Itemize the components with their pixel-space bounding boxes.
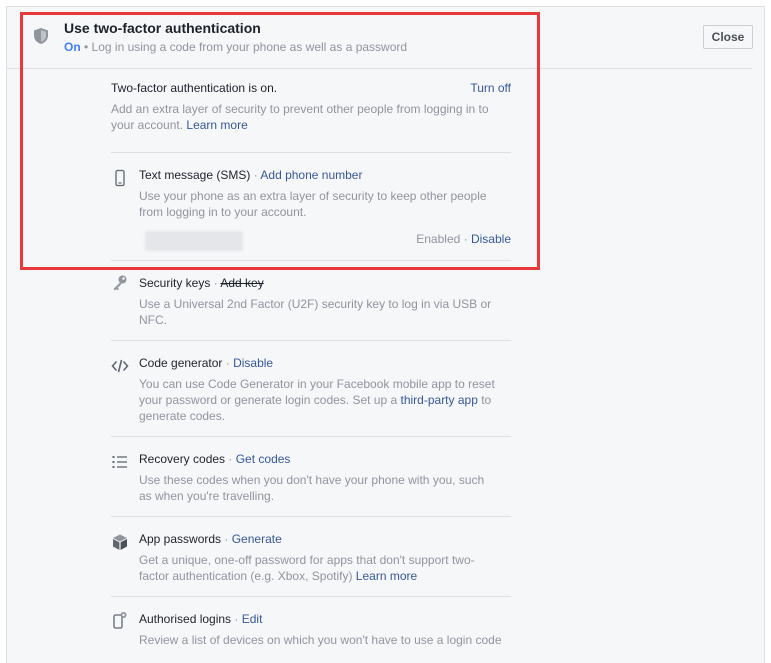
get-codes-link[interactable]: Get codes [236, 452, 291, 466]
code-icon [111, 359, 129, 373]
recovery-codes-title-text: Recovery codes [139, 452, 226, 466]
separator-dot: · [225, 452, 236, 466]
two-factor-panel: Use two-factor authentication On • Log i… [6, 6, 765, 663]
section-subtitle: On • Log in using a code from your phone… [64, 40, 407, 54]
code-generator-title: Code generator · Disable [139, 356, 273, 370]
cube-icon [113, 534, 127, 550]
subtitle-text: • Log in using a code from your phone as… [80, 40, 408, 54]
method-app-passwords: App passwords · Generate Get a unique, o… [111, 516, 511, 596]
recovery-codes-title: Recovery codes · Get codes [139, 452, 290, 466]
security-keys-title-text: Security keys [139, 276, 211, 290]
code-generator-title-text: Code generator [139, 356, 223, 370]
recovery-codes-description: Use these codes when you don't have your… [139, 473, 485, 503]
sms-title-text: Text message (SMS) [139, 168, 251, 182]
learn-more-link[interactable]: Learn more [186, 118, 247, 132]
edit-link[interactable]: Edit [242, 612, 263, 626]
section-header: Use two-factor authentication On • Log i… [7, 7, 753, 69]
security-keys-description: Use a Universal 2nd Factor (U2F) securit… [139, 297, 492, 327]
third-party-app-link[interactable]: third-party app [401, 393, 478, 407]
sms-enabled-label: Enabled [416, 232, 461, 246]
security-keys-title: Security keys · Add key [139, 276, 264, 290]
add-key-link[interactable]: Add key [220, 276, 263, 290]
status-on-label: On [64, 40, 81, 54]
sms-status: Enabled · Disable [416, 232, 511, 246]
add-phone-number-link[interactable]: Add phone number [260, 168, 362, 182]
sms-description: Use your phone as an extra layer of secu… [139, 189, 487, 219]
app-passwords-title: App passwords · Generate [139, 532, 282, 546]
generate-link[interactable]: Generate [232, 532, 282, 546]
separator-dot: · [221, 532, 232, 546]
turn-off-link[interactable]: Turn off [470, 81, 511, 95]
shield-icon [34, 28, 48, 44]
separator-dot: · [231, 612, 242, 626]
phone-icon [115, 169, 125, 187]
separator-dot: · [460, 232, 471, 246]
app-passwords-title-text: App passwords [139, 532, 222, 546]
method-code-generator: Code generator · Disable You can use Cod… [111, 340, 511, 436]
app-passwords-learn-more-link[interactable]: Learn more [356, 569, 417, 583]
list-icon [112, 456, 127, 468]
device-icon [113, 612, 127, 629]
code-generator-description: You can use Code Generator in your Faceb… [139, 376, 499, 424]
sms-title: Text message (SMS) · Add phone number [139, 168, 362, 182]
method-recovery-codes: Recovery codes · Get codes Use these cod… [111, 436, 511, 516]
separator-dot: · [210, 276, 221, 290]
key-icon [113, 275, 127, 291]
app-passwords-desc-text: Get a unique, one-off password for apps … [139, 553, 475, 583]
authorised-logins-title-text: Authorised logins [139, 612, 232, 626]
section-title: Use two-factor authentication [64, 20, 261, 36]
app-passwords-description: Get a unique, one-off password for apps … [139, 552, 499, 584]
authorised-logins-description: Review a list of devices on which you wo… [139, 633, 502, 647]
separator-dot: · [222, 356, 234, 370]
authorised-logins-title: Authorised logins · Edit [139, 612, 262, 626]
status-desc-text: Add an extra layer of security to preven… [111, 102, 489, 132]
status-description: Add an extra layer of security to preven… [111, 101, 503, 133]
method-sms: Text message (SMS) · Add phone number Us… [111, 152, 511, 260]
method-security-keys: Security keys · Add key Use a Universal … [111, 260, 511, 340]
status-line: Two-factor authentication is on. [111, 81, 278, 95]
disable-sms-link[interactable]: Disable [471, 232, 511, 246]
redacted-phone-number [145, 231, 243, 251]
separator-dot: · [250, 168, 261, 182]
disable-code-generator-link[interactable]: Disable [233, 356, 273, 370]
close-button[interactable]: Close [703, 25, 753, 49]
method-authorised-logins: Authorised logins · Edit Review a list o… [111, 596, 511, 663]
